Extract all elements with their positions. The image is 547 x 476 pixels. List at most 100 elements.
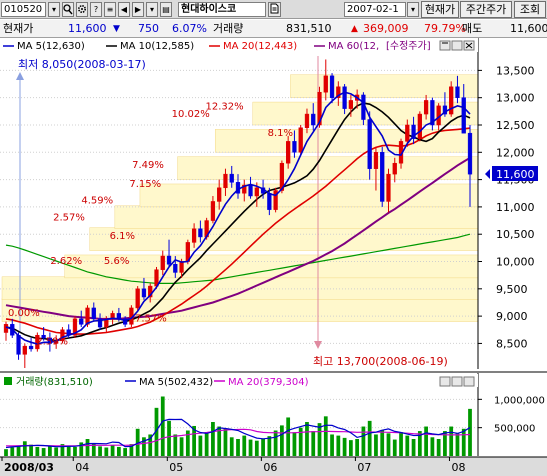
volume-bar	[330, 434, 334, 456]
candle	[417, 111, 422, 142]
candle-body	[455, 86, 460, 98]
triangle-right-icon[interactable]: ▶	[132, 2, 144, 17]
maximize-icon[interactable]	[439, 40, 451, 51]
time-tick-label: 05	[169, 461, 183, 474]
candle-body	[342, 86, 347, 109]
candle-body	[286, 141, 291, 164]
time-tick-label: 07	[357, 461, 371, 474]
volume-bar	[41, 448, 46, 456]
candle-body	[191, 228, 197, 243]
volume-restore-icon[interactable]	[451, 376, 463, 387]
legend-volume-ma5: MA 5(502,432)	[139, 377, 213, 388]
volume-bar	[292, 432, 297, 456]
volume-bar	[98, 446, 102, 456]
volume-bar	[342, 437, 347, 456]
search-icon[interactable]	[62, 2, 74, 17]
price-down-arrow-icon: ▼	[113, 24, 120, 34]
price-tick-label: 13,500	[496, 64, 535, 77]
volume-bar	[29, 444, 33, 456]
date-field[interactable]: 2007-02-1	[344, 2, 406, 17]
gear-icon[interactable]	[76, 2, 88, 17]
candle-body	[304, 113, 310, 128]
volume-bar	[411, 439, 416, 456]
time-tick-label: 08	[451, 461, 465, 474]
volume-up-arrow-icon: ▲	[351, 24, 358, 34]
candle-body	[28, 345, 34, 350]
fib-label: 10.02%	[172, 109, 210, 120]
volume-bar	[317, 423, 322, 456]
query-button[interactable]: 조회	[514, 1, 546, 18]
volume-bar	[160, 396, 165, 456]
volume-bar	[211, 422, 215, 456]
document-icon[interactable]	[268, 2, 281, 17]
low-annotation: 최저 8,050(2008-03-17)	[18, 58, 146, 71]
triangle-left-icon[interactable]: ◀	[118, 2, 130, 17]
candle-body	[323, 75, 328, 93]
price-legend: MA 5(12,630) MA 10(12,585) MA 20(12,443)…	[0, 38, 478, 52]
fib-label: 5.6%	[104, 256, 129, 267]
legend-adjusted: [수정주가]	[386, 40, 431, 52]
price-tick-label: 9,500	[496, 283, 528, 296]
candle-body	[254, 187, 259, 197]
candle	[135, 286, 140, 311]
candle-body	[173, 263, 178, 273]
volume-bar	[10, 447, 15, 456]
question-icon[interactable]: ?	[90, 2, 102, 17]
volume-close-icon[interactable]	[463, 376, 475, 387]
volume-bar	[236, 439, 240, 456]
volume-bar	[104, 447, 109, 456]
ask-price-value: 11,600	[510, 22, 547, 35]
candle-body	[85, 307, 90, 325]
candle-body	[392, 162, 397, 175]
fib-label: 8.1%	[268, 128, 293, 139]
volume-bar	[48, 446, 52, 456]
volume-bar	[405, 435, 410, 456]
calendar-dropdown-icon[interactable]: ▾	[407, 2, 419, 17]
candle-body	[79, 318, 84, 325]
volume-maximize-icon[interactable]	[439, 376, 451, 387]
volume-bar	[54, 447, 59, 456]
volume-bar	[380, 429, 385, 456]
price-tick-label: 10,500	[496, 228, 535, 241]
volume-bar	[449, 426, 454, 456]
menu-icon[interactable]: ▾	[48, 2, 60, 17]
candle-body	[423, 100, 429, 115]
candle-body	[298, 127, 303, 153]
dropdown-icon[interactable]: ▾	[146, 2, 158, 17]
volume-bar	[16, 445, 21, 456]
legend-ma5: MA 5(12,630)	[17, 41, 85, 52]
volume-bar	[35, 446, 40, 456]
list-icon[interactable]: ▤	[160, 2, 172, 17]
volume-tick-label: 500,000	[494, 424, 535, 435]
fib-band	[1, 298, 479, 322]
fib-label: 4.59%	[81, 196, 113, 207]
stock-code-input[interactable]: 010520	[1, 2, 46, 17]
candle-body	[267, 193, 272, 210]
volume-bar	[430, 437, 435, 456]
volume-bar	[73, 446, 77, 456]
restore-icon[interactable]	[451, 40, 463, 51]
volume-bar	[367, 420, 372, 456]
volume-bar	[361, 426, 366, 456]
candle-body	[217, 187, 222, 202]
legend-ma20: MA 20(12,443)	[223, 41, 297, 52]
volume-bar	[204, 432, 209, 456]
volume-bar	[66, 445, 71, 456]
volume-bar	[399, 432, 403, 456]
stock-chart[interactable]: 0.00% 2.59% 2.57% 2.62% 4.59% 7.49% 7.15% 6.1% 5…	[0, 38, 547, 476]
list-icon[interactable]: ≡	[104, 2, 116, 17]
tab-current-price[interactable]: 현재가	[421, 1, 459, 18]
candle-body	[141, 288, 147, 298]
fib-label: 7.15%	[129, 179, 161, 190]
legend-volume: 거래량(831,510)	[16, 376, 93, 388]
candle-body	[179, 261, 184, 273]
volume-bar	[273, 430, 278, 456]
candle-body	[380, 152, 385, 202]
time-tick-label: 06	[263, 461, 277, 474]
candle-body	[210, 201, 216, 221]
tab-weekly-price[interactable]: 주간주가	[460, 1, 512, 18]
candle-body	[160, 255, 165, 270]
price-change-percent: 6.07%	[172, 22, 207, 35]
legend-ma60: MA 60(12,	[328, 41, 379, 52]
volume-bar	[455, 433, 460, 456]
